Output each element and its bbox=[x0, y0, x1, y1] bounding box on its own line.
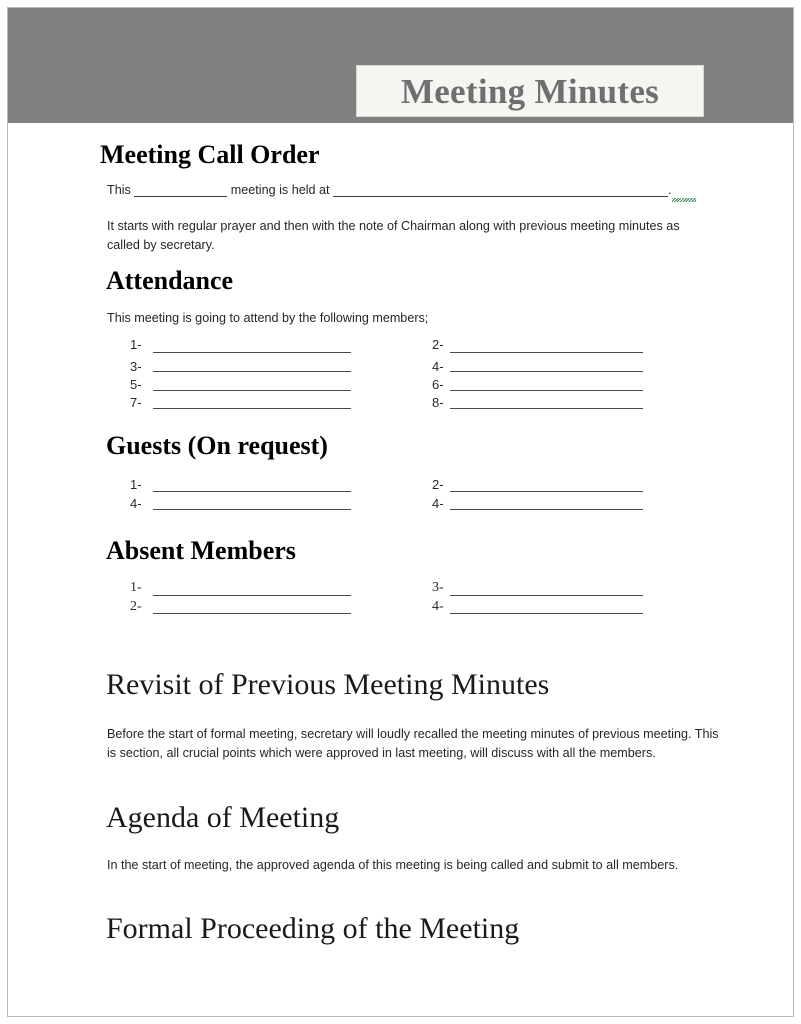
call-order-fill-prefix: This bbox=[107, 183, 131, 197]
attendance-number-1: 1- bbox=[130, 337, 142, 352]
call-order-fill-middle: meeting is held at bbox=[230, 183, 330, 197]
attendance-blank-6[interactable] bbox=[450, 390, 643, 391]
attendance-number-5: 5- bbox=[130, 377, 142, 392]
guests-number-right-2: 4- bbox=[432, 496, 444, 511]
guests-number-left-2: 4- bbox=[130, 496, 142, 511]
attendance-blank-3[interactable] bbox=[153, 371, 351, 372]
attendance-blank-7[interactable] bbox=[153, 408, 351, 409]
heading-agenda-of-meeting: Agenda of Meeting bbox=[106, 801, 340, 834]
absent-blank-2[interactable] bbox=[153, 613, 351, 614]
guests-blank-right-2[interactable] bbox=[450, 509, 643, 510]
call-order-body: It starts with regular prayer and then w… bbox=[107, 219, 680, 252]
meeting-type-blank[interactable] bbox=[134, 196, 228, 197]
guests-number-right-1: 2- bbox=[432, 477, 444, 492]
spellcheck-underline-icon bbox=[672, 198, 696, 202]
absent-number-1: 1- bbox=[130, 580, 142, 595]
attendance-blank-1[interactable] bbox=[153, 352, 351, 353]
guests-blank-right-1[interactable] bbox=[450, 491, 643, 492]
attendance-number-7: 7- bbox=[130, 395, 142, 410]
agenda-body: In the start of meeting, the approved ag… bbox=[107, 858, 679, 872]
revisit-body: Before the start of formal meeting, secr… bbox=[107, 727, 719, 760]
attendance-blank-8[interactable] bbox=[450, 408, 643, 409]
attendance-number-3: 3- bbox=[130, 359, 142, 374]
guests-blank-left-1[interactable] bbox=[153, 491, 351, 492]
absent-blank-1[interactable] bbox=[153, 595, 351, 596]
document-page: Meeting Minutes Meeting Call Order This … bbox=[7, 7, 794, 1017]
document-title-box: Meeting Minutes bbox=[356, 65, 704, 117]
heading-guests: Guests (On request) bbox=[106, 431, 328, 460]
guests-number-left-1: 1- bbox=[130, 477, 142, 492]
heading-revisit-previous-minutes: Revisit of Previous Meeting Minutes bbox=[106, 668, 550, 701]
heading-attendance: Attendance bbox=[106, 266, 234, 295]
absent-number-2: 2- bbox=[130, 599, 142, 614]
absent-number-4: 4- bbox=[432, 599, 444, 614]
call-order-fill-line: This meeting is held at . bbox=[107, 181, 707, 200]
call-order-fill-suffix: . bbox=[668, 183, 672, 197]
attendance-blank-5[interactable] bbox=[153, 390, 351, 391]
absent-number-3: 3- bbox=[432, 580, 444, 595]
absent-blank-3[interactable] bbox=[450, 595, 643, 596]
absent-blank-4[interactable] bbox=[450, 613, 643, 614]
attendance-number-6: 6- bbox=[432, 377, 444, 392]
heading-absent-members: Absent Members bbox=[106, 536, 296, 565]
guests-blank-left-2[interactable] bbox=[153, 509, 351, 510]
attendance-number-8: 8- bbox=[432, 395, 444, 410]
attendance-blank-4[interactable] bbox=[450, 371, 643, 372]
heading-formal-proceeding: Formal Proceeding of the Meeting bbox=[106, 912, 520, 945]
attendance-number-2: 2- bbox=[432, 337, 444, 352]
meeting-location-blank[interactable] bbox=[333, 196, 669, 197]
attendance-blank-2[interactable] bbox=[450, 352, 643, 353]
attendance-intro: This meeting is going to attend by the f… bbox=[107, 311, 429, 325]
page-title: Meeting Minutes bbox=[400, 71, 660, 111]
heading-meeting-call-order: Meeting Call Order bbox=[100, 140, 320, 169]
attendance-number-4: 4- bbox=[432, 359, 444, 374]
